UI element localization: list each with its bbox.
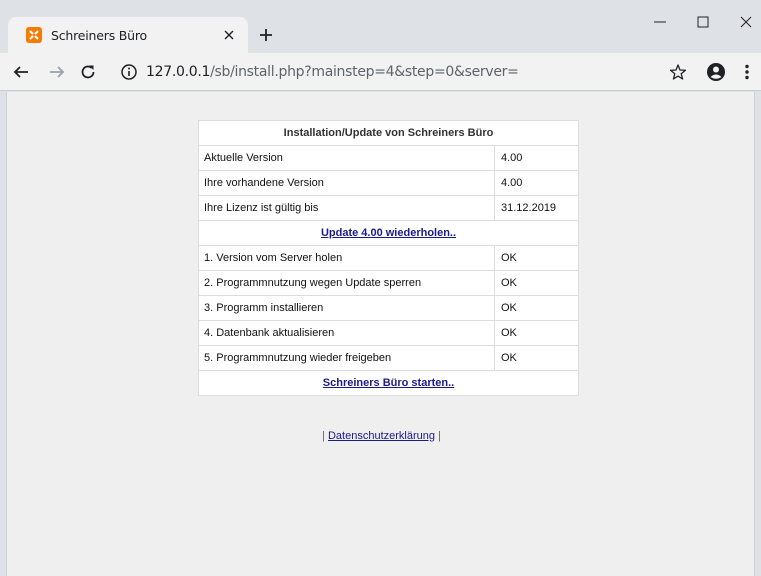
reload-icon[interactable] xyxy=(79,63,97,81)
privacy-link[interactable]: Datenschutzerklärung xyxy=(328,430,435,442)
forward-arrow-icon[interactable] xyxy=(48,63,66,81)
browser-toolbar: 127.0.0.1/sb/install.php?mainstep=4&step… xyxy=(0,53,761,91)
browser-tab[interactable]: Schreiners Büro xyxy=(8,17,248,53)
start-row: Schreiners Büro starten.. xyxy=(199,371,578,395)
info-icon[interactable] xyxy=(120,63,138,81)
step-label: 5. Programmnutzung wieder freigeben xyxy=(199,346,494,370)
account-icon[interactable] xyxy=(706,62,726,82)
address-bar[interactable]: 127.0.0.1/sb/install.php?mainstep=4&step… xyxy=(108,57,698,87)
maximize-icon[interactable] xyxy=(695,14,711,30)
footer-separator-left: | xyxy=(322,430,325,442)
update-cell: Update 4.00 wiederholen.. xyxy=(199,221,578,245)
page-viewport: Installation/Update von Schreiners Büro … xyxy=(6,92,755,576)
step-label: 3. Programm installieren xyxy=(199,296,494,320)
update-repeat-link[interactable]: Update 4.00 wiederholen.. xyxy=(321,227,456,239)
step-row: 2. Programmnutzung wegen Update sperren … xyxy=(199,271,578,295)
plus-icon[interactable] xyxy=(257,26,275,44)
install-title: Installation/Update von Schreiners Büro xyxy=(199,121,578,145)
table-row: Aktuelle Version 4.00 xyxy=(199,146,578,170)
table-row: Ihre vorhandene Version 4.00 xyxy=(199,171,578,195)
step-label: 1. Version vom Server holen xyxy=(199,246,494,270)
row-value: 31.12.2019 xyxy=(495,196,578,220)
row-label: Ihre Lizenz ist gültig bis xyxy=(199,196,494,220)
url-text: 127.0.0.1/sb/install.php?mainstep=4&step… xyxy=(146,64,519,80)
footer-separator-right: | xyxy=(438,430,441,442)
step-status: OK xyxy=(495,271,578,295)
step-label: 4. Datenbank aktualisieren xyxy=(199,321,494,345)
step-row: 5. Programmnutzung wieder freigeben OK xyxy=(199,346,578,370)
step-label: 2. Programmnutzung wegen Update sperren xyxy=(199,271,494,295)
url-host: 127.0.0.1 xyxy=(146,64,211,80)
more-menu-icon[interactable] xyxy=(742,63,752,81)
start-cell: Schreiners Büro starten.. xyxy=(199,371,578,395)
row-value: 4.00 xyxy=(495,146,578,170)
tab-strip: Schreiners Büro xyxy=(0,0,761,53)
favicon-icon xyxy=(26,27,42,43)
start-app-link[interactable]: Schreiners Büro starten.. xyxy=(323,377,454,389)
step-row: 3. Programm installieren OK xyxy=(199,296,578,320)
table-row: Ihre Lizenz ist gültig bis 31.12.2019 xyxy=(199,196,578,220)
page-footer: | Datenschutzerklärung | xyxy=(7,430,756,442)
install-table: Installation/Update von Schreiners Büro … xyxy=(198,120,579,396)
star-icon[interactable] xyxy=(669,63,687,81)
step-row: 4. Datenbank aktualisieren OK xyxy=(199,321,578,345)
step-status: OK xyxy=(495,296,578,320)
update-row: Update 4.00 wiederholen.. xyxy=(199,221,578,245)
step-status: OK xyxy=(495,246,578,270)
minimize-icon[interactable] xyxy=(652,14,668,30)
url-path: /sb/install.php?mainstep=4&step=0&server… xyxy=(210,64,519,80)
row-label: Aktuelle Version xyxy=(199,146,494,170)
row-value: 4.00 xyxy=(495,171,578,195)
tab-title: Schreiners Büro xyxy=(51,28,148,43)
step-status: OK xyxy=(495,321,578,345)
table-header-row: Installation/Update von Schreiners Büro xyxy=(199,121,578,145)
step-row: 1. Version vom Server holen OK xyxy=(199,246,578,270)
step-status: OK xyxy=(495,346,578,370)
back-arrow-icon[interactable] xyxy=(12,63,30,81)
window-close-icon[interactable] xyxy=(738,14,754,30)
close-icon[interactable] xyxy=(220,26,238,44)
row-label: Ihre vorhandene Version xyxy=(199,171,494,195)
